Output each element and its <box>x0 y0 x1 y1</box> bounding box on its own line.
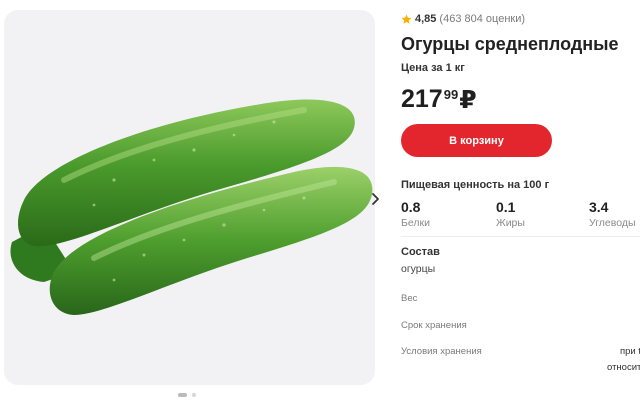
product-title: Огурцы среднеплодные <box>401 34 619 54</box>
nutrition-value: 0.8 <box>401 199 421 215</box>
product-price: 217 99 ₽ <box>401 85 477 115</box>
price-kopecks: 99 <box>443 87 459 102</box>
gallery-next-button[interactable] <box>366 187 384 211</box>
gallery-dot-active[interactable] <box>178 393 187 397</box>
property-storage-value-cont: относит <box>607 362 640 373</box>
property-storage-label: Условия хранения <box>401 346 482 357</box>
nutrition-carbs: 3.4 Углеводы <box>589 199 636 229</box>
cucumber-image <box>10 99 373 315</box>
chevron-right-icon <box>371 193 379 205</box>
property-weight-label: Вес <box>401 293 418 304</box>
nutrition-fat: 0.1 Жиры <box>496 199 525 229</box>
product-info-panel: 4,85 (463 804 оценки) Огурцы среднеплодн… <box>401 0 640 401</box>
add-to-cart-button[interactable]: В корзину <box>401 124 552 157</box>
section-divider <box>401 236 640 237</box>
nutrition-label: Углеводы <box>589 217 636 229</box>
nutrition-title: Пищевая ценность на 100 г <box>401 179 550 191</box>
property-storage-value: при t <box>620 346 640 357</box>
nutrition-label: Белки <box>401 217 430 229</box>
nutrition-label: Жиры <box>496 217 525 229</box>
property-shelf-life-label: Срок хранения <box>401 320 467 331</box>
product-rating[interactable]: 4,85 (463 804 оценки) <box>401 13 525 25</box>
price-rubles: 217 <box>401 85 443 113</box>
star-icon <box>401 14 412 24</box>
rating-value: 4,85 <box>415 13 437 25</box>
gallery-dot[interactable] <box>192 393 196 397</box>
nutrition-value: 0.1 <box>496 199 516 215</box>
nutrition-value: 3.4 <box>589 199 609 215</box>
product-image-gallery[interactable] <box>4 10 375 385</box>
composition-title: Состав <box>401 246 440 258</box>
nutrition-protein: 0.8 Белки <box>401 199 430 229</box>
currency-symbol: ₽ <box>459 86 477 114</box>
composition-value: огурцы <box>401 263 436 275</box>
rating-count: (463 804 оценки) <box>439 13 526 25</box>
gallery-pagination <box>178 393 196 397</box>
price-unit-label: Цена за 1 кг <box>401 62 465 74</box>
